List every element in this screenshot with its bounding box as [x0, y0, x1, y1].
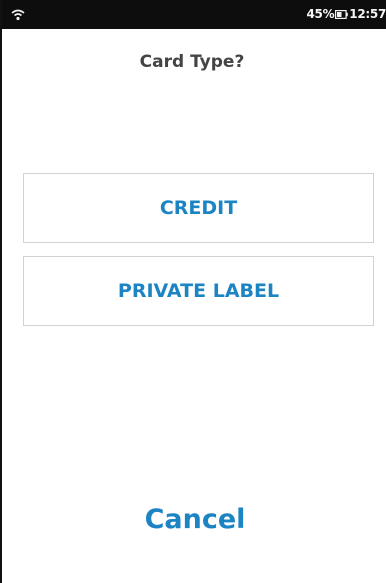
status-bar: 45% 12:57	[2, 0, 386, 29]
battery-percent: 45%	[306, 7, 335, 21]
page-title: Card Type?	[139, 52, 245, 72]
status-right: 45% 12:57	[306, 6, 386, 22]
private-label-button[interactable]: PRIVATE LABEL	[23, 256, 374, 326]
cancel-button[interactable]: Cancel	[2, 504, 386, 535]
wifi-icon	[11, 9, 25, 21]
battery-icon	[335, 9, 349, 19]
credit-button[interactable]: CREDIT	[23, 173, 374, 243]
card-type-screen: 45% 12:57 Card Type? CREDIT PRIVATE LABE…	[0, 0, 386, 583]
clock: 12:57	[349, 7, 386, 21]
